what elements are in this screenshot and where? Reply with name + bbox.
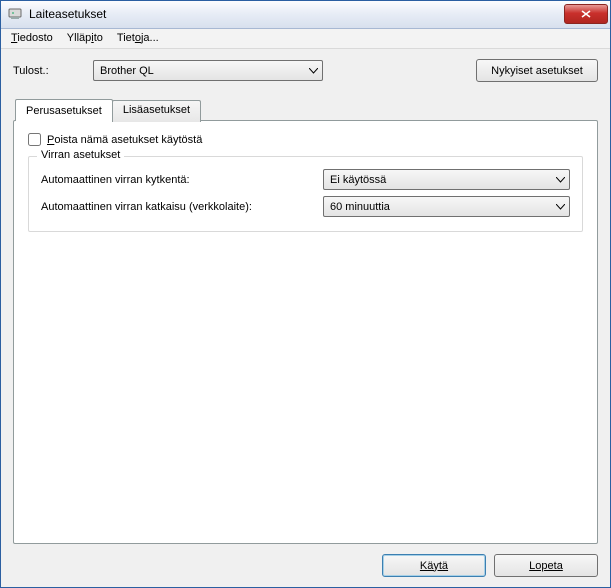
- auto-power-on-row: Automaattinen virran kytkentä: Ei käytös…: [41, 169, 570, 190]
- current-settings-label: Nykyiset asetukset: [491, 65, 583, 77]
- disable-settings-label: Poista nämä asetukset käytöstä: [47, 134, 202, 146]
- tab-panel-basic: Poista nämä asetukset käytöstä Virran as…: [13, 120, 598, 544]
- app-icon: [7, 6, 23, 22]
- tabstrip: Perusasetukset Lisäasetukset: [15, 98, 598, 120]
- auto-power-on-label: Automaattinen virran kytkentä:: [41, 174, 323, 186]
- disable-settings-checkbox[interactable]: [28, 133, 41, 146]
- printer-row: Tulost.: Brother QL Nykyiset asetukset: [13, 59, 598, 82]
- tab-basic[interactable]: Perusasetukset: [15, 99, 113, 121]
- tabs: Perusasetukset Lisäasetukset Poista nämä…: [13, 98, 598, 544]
- exit-button[interactable]: Lopeta: [494, 554, 598, 577]
- current-settings-button[interactable]: Nykyiset asetukset: [476, 59, 598, 82]
- content: Tulost.: Brother QL Nykyiset asetukset P…: [1, 49, 610, 587]
- chevron-down-icon: [309, 68, 318, 74]
- apply-label: Käytä: [420, 560, 448, 572]
- exit-label: Lopeta: [529, 560, 563, 572]
- disable-settings-row: Poista nämä asetukset käytöstä: [28, 133, 583, 146]
- menu-info[interactable]: Tietoja...: [111, 30, 165, 46]
- menu-file[interactable]: Tiedosto: [5, 30, 59, 46]
- tab-basic-label: Perusasetukset: [26, 105, 102, 117]
- tab-extra[interactable]: Lisäasetukset: [112, 100, 201, 122]
- titlebar[interactable]: Laiteasetukset: [1, 1, 610, 29]
- device-settings-window: Laiteasetukset TiedostoYlläpitoTietoja..…: [0, 0, 611, 588]
- menubar: TiedostoYlläpitoTietoja...: [1, 29, 610, 49]
- auto-power-off-value: 60 minuuttia: [330, 201, 390, 213]
- chevron-down-icon: [556, 204, 565, 210]
- auto-power-off-row: Automaattinen virran katkaisu (verkkolai…: [41, 196, 570, 217]
- auto-power-on-select[interactable]: Ei käytössä: [323, 169, 570, 190]
- auto-power-off-select[interactable]: 60 minuuttia: [323, 196, 570, 217]
- auto-power-on-value: Ei käytössä: [330, 174, 386, 186]
- power-settings-legend: Virran asetukset: [37, 149, 124, 161]
- chevron-down-icon: [556, 177, 565, 183]
- printer-label: Tulost.:: [13, 65, 93, 77]
- power-settings-group: Virran asetukset Automaattinen virran ky…: [28, 156, 583, 232]
- menu-maint[interactable]: Ylläpito: [61, 30, 109, 46]
- printer-select[interactable]: Brother QL: [93, 60, 323, 81]
- auto-power-off-label: Automaattinen virran katkaisu (verkkolai…: [41, 201, 323, 213]
- close-button[interactable]: [564, 4, 608, 24]
- tab-extra-label: Lisäasetukset: [123, 104, 190, 116]
- window-title: Laiteasetukset: [29, 7, 564, 21]
- printer-select-value: Brother QL: [100, 65, 154, 77]
- footer: Käytä Lopeta: [13, 544, 598, 577]
- apply-button[interactable]: Käytä: [382, 554, 486, 577]
